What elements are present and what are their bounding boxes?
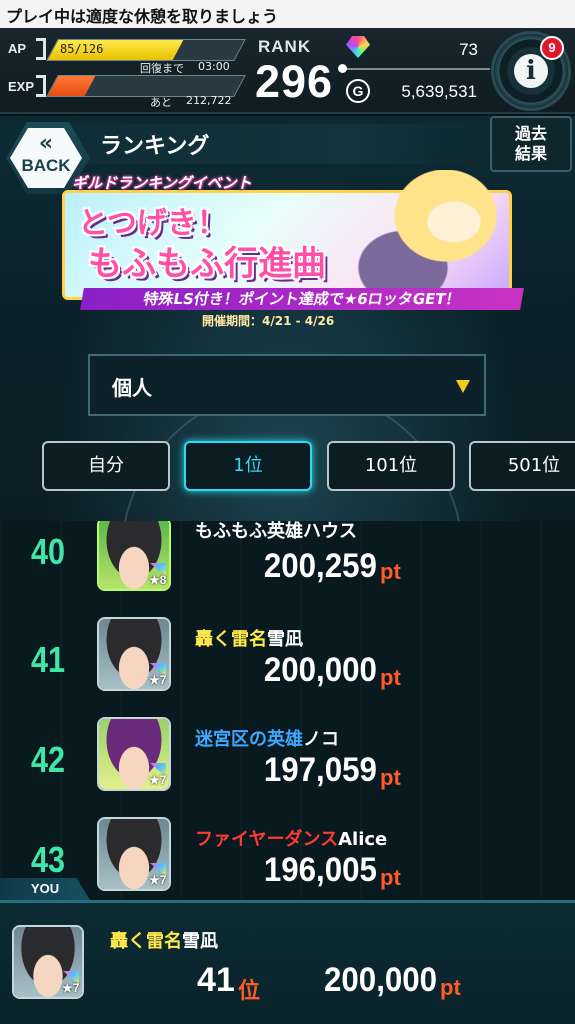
my-points-unit: pt bbox=[440, 975, 461, 1000]
row-rank: 42 bbox=[30, 739, 66, 780]
ap-value: 85/126 bbox=[60, 42, 104, 56]
ap-recovery-label: 回復まで bbox=[140, 62, 184, 75]
past-results-button[interactable]: 過去 結果 bbox=[490, 116, 572, 172]
exp-label: EXP bbox=[8, 79, 35, 94]
dropdown-arrow-icon bbox=[456, 380, 470, 393]
my-points: 200,000 bbox=[324, 961, 438, 999]
row-rank: 43 bbox=[30, 839, 66, 880]
row-points: 200,000 bbox=[263, 651, 377, 689]
gem-icon bbox=[346, 36, 370, 58]
my-player-name: 轟く雷名雪凪 bbox=[110, 927, 218, 953]
row-player-title: もふもふ英雄 bbox=[195, 521, 303, 542]
avatar-stars: ★7 bbox=[149, 773, 167, 787]
exp-bracket-icon bbox=[36, 75, 46, 97]
coin-icon: G bbox=[346, 79, 370, 103]
row-player-title: ファイヤーダンス bbox=[195, 829, 339, 850]
coin-count: 5,639,531 bbox=[401, 82, 477, 101]
row-points: 196,005 bbox=[263, 851, 377, 889]
row-player-title: 轟く雷名 bbox=[195, 629, 267, 650]
my-player-title: 轟く雷名 bbox=[110, 931, 182, 952]
row-rank: 41 bbox=[30, 639, 66, 680]
notification-badge: 9 bbox=[540, 36, 564, 60]
past-results-label-line2: 結果 bbox=[514, 144, 547, 163]
exp-remaining-value: 212,722 bbox=[186, 94, 232, 107]
exp-bar-fill bbox=[47, 76, 96, 96]
banner-tagline: 特殊LS付き！ポイント達成で★6ロッタGET！ bbox=[80, 288, 524, 310]
ranking-category-select[interactable]: 個人 bbox=[88, 354, 486, 416]
my-avatar: ★7 bbox=[12, 925, 84, 999]
row-points-unit: pt bbox=[380, 865, 401, 890]
row-points: 200,259 bbox=[263, 547, 377, 585]
tab-rank-1[interactable]: 1位 bbox=[184, 441, 312, 491]
banner-title-line2: もふもふ行進曲 bbox=[88, 244, 326, 284]
avatar-stars: ★7 bbox=[149, 873, 167, 887]
ranking-row[interactable]: 41 ★7 轟く雷名雪凪 200,000 pt bbox=[0, 617, 575, 717]
exp-remaining-label: あと bbox=[150, 96, 172, 109]
ranking-row[interactable]: 43 ★7 ファイヤーダンスAlice 196,005 pt bbox=[0, 817, 575, 899]
avatar-stars: ★8 bbox=[149, 573, 167, 587]
you-tag: YOU bbox=[0, 878, 90, 900]
row-player-title: 迷宮区の英雄 bbox=[195, 729, 303, 750]
ap-recovery-time: 03:00 bbox=[198, 60, 230, 73]
ranking-list[interactable]: 40 ★8 もふもふ英雄ハウス 200,259 pt 41 ★7 轟く雷名雪凪 … bbox=[0, 521, 575, 899]
banner-character-art bbox=[352, 170, 522, 300]
row-points-unit: pt bbox=[380, 665, 401, 690]
row-player-username: Alice bbox=[338, 829, 388, 850]
past-results-label-line1: 過去 bbox=[514, 124, 547, 143]
event-banner[interactable]: ギルドランキングイベント とつげき！ もふもふ行進曲 特殊LS付き！ポイント達成… bbox=[52, 170, 524, 330]
row-points-unit: pt bbox=[380, 559, 401, 584]
row-points-unit: pt bbox=[380, 765, 401, 790]
avatar: ★7 bbox=[97, 817, 171, 891]
row-rank: 40 bbox=[30, 531, 66, 572]
status-bar-message: プレイ中は適度な休憩を取りましょう bbox=[6, 7, 279, 26]
ranking-category-value: 個人 bbox=[112, 376, 152, 400]
ranking-row[interactable]: 42 ★7 迷宮区の英雄ノコ 197,059 pt bbox=[0, 717, 575, 817]
rank-value: 296 bbox=[255, 56, 334, 107]
avatar-stars: ★7 bbox=[149, 673, 167, 687]
tab-self[interactable]: 自分 bbox=[42, 441, 170, 491]
avatar: ★7 bbox=[97, 717, 171, 791]
ap-bracket-icon bbox=[36, 38, 46, 60]
hud-divider bbox=[338, 64, 490, 73]
status-bar: プレイ中は適度な休憩を取りましょう bbox=[0, 0, 575, 28]
rank-label: RANK bbox=[258, 37, 312, 56]
avatar: ★7 bbox=[97, 617, 171, 691]
my-rank-unit: 位 bbox=[238, 979, 261, 1004]
info-icon: i bbox=[514, 54, 548, 88]
row-player-name: 轟く雷名雪凪 bbox=[195, 625, 303, 651]
ap-label: AP bbox=[8, 41, 27, 56]
row-points: 197,059 bbox=[263, 751, 377, 789]
gem-count: 73 bbox=[459, 40, 478, 59]
tab-rank-101[interactable]: 101位 bbox=[327, 441, 455, 491]
row-player-name: 迷宮区の英雄ノコ bbox=[195, 725, 339, 751]
row-player-name: もふもふ英雄ハウス bbox=[195, 521, 357, 543]
row-player-username: ノコ bbox=[303, 729, 339, 750]
row-player-name: ファイヤーダンスAlice bbox=[195, 825, 387, 851]
row-player-username: 雪凪 bbox=[267, 629, 303, 650]
my-ranking-panel[interactable]: ★7 轟く雷名雪凪 41 位 200,000 pt bbox=[0, 900, 575, 1024]
my-rank: 41 bbox=[197, 961, 235, 999]
my-player-username: 雪凪 bbox=[182, 931, 218, 952]
row-player-username: ハウス bbox=[303, 521, 357, 542]
page-title: ランキング bbox=[100, 134, 210, 159]
banner-heading: ギルドランキングイベント bbox=[72, 174, 252, 192]
player-hud: AP 85/126 回復まで 03:00 EXP あと 212,722 RANK… bbox=[0, 28, 575, 114]
avatar: ★8 bbox=[97, 521, 171, 591]
tab-rank-501[interactable]: 501位 bbox=[469, 441, 575, 491]
avatar-stars: ★7 bbox=[62, 981, 80, 995]
banner-period: 開催期間：4/21 - 4/26 bbox=[202, 314, 335, 328]
ranking-row[interactable]: 40 ★8 もふもふ英雄ハウス 200,259 pt bbox=[0, 521, 575, 617]
